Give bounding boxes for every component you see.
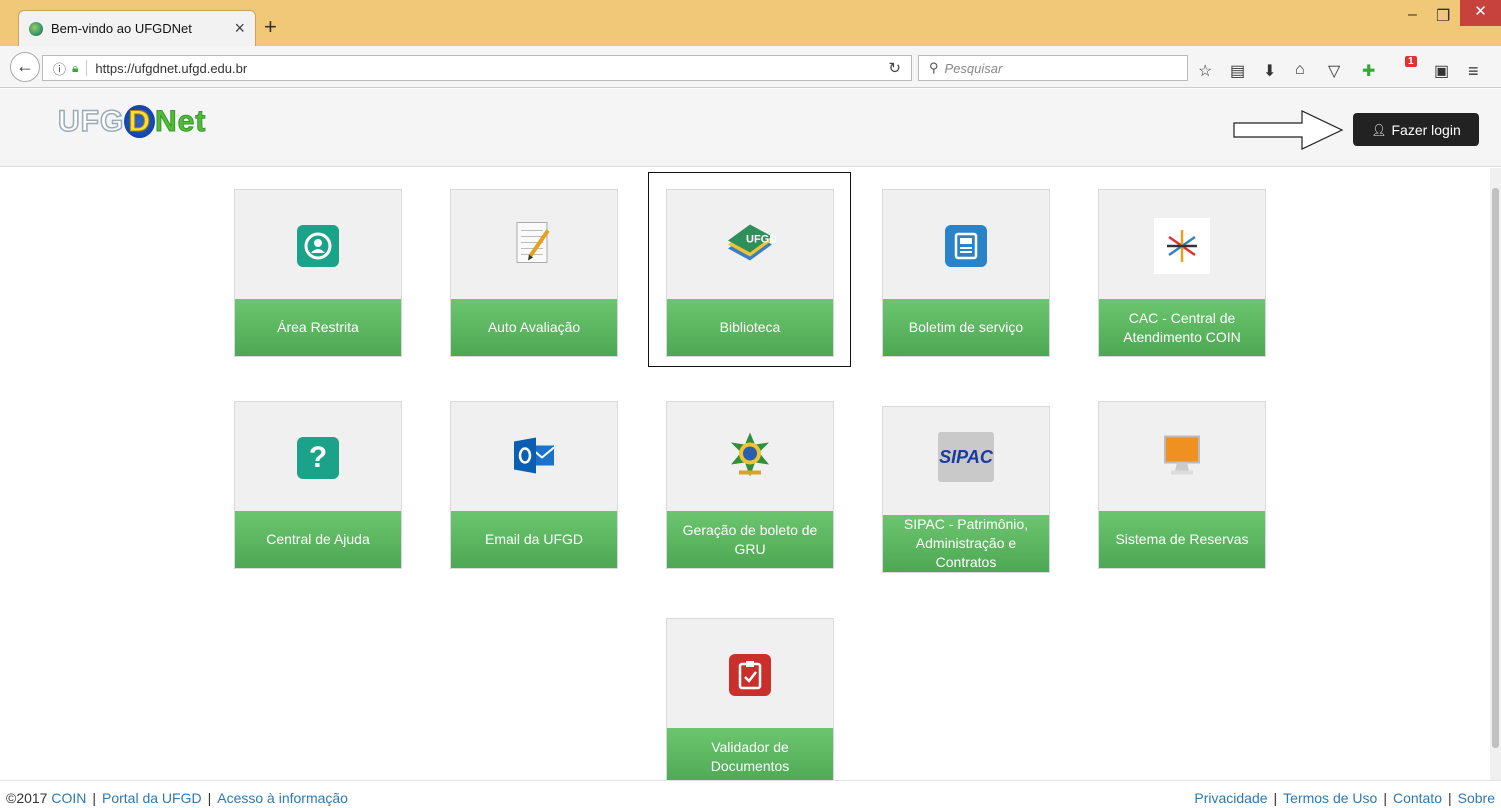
bookmark-star-icon[interactable]: ☆ bbox=[1198, 61, 1212, 81]
tile-area-restrita[interactable]: Área Restrita bbox=[234, 189, 402, 357]
tile-label: Sistema de Reservas bbox=[1099, 511, 1265, 568]
user-icon: 👤︎ bbox=[1371, 122, 1387, 137]
scrollbar[interactable] bbox=[1490, 168, 1501, 780]
footer-link-coin[interactable]: COIN bbox=[51, 790, 86, 806]
clipboard-check-icon bbox=[729, 654, 771, 696]
ufgd-book-text: UFGD bbox=[746, 234, 776, 246]
tile-label: Boletim de serviço bbox=[883, 299, 1049, 356]
footer-separator: | bbox=[1383, 790, 1387, 806]
tile-label: Auto Avaliação bbox=[451, 299, 617, 356]
tile-label: Central de Ajuda bbox=[235, 511, 401, 568]
search-placeholder: Pesquisar bbox=[944, 60, 1003, 76]
tile-label: SIPAC - Patrimônio, Administração e Cont… bbox=[883, 515, 1049, 572]
tile-biblioteca[interactable]: UFGD Biblioteca bbox=[666, 189, 834, 357]
footer-link-portal[interactable]: Portal da UFGD bbox=[102, 790, 202, 806]
site-footer: ©2017 COIN | Portal da UFGD | Acesso à infor… bbox=[0, 780, 1501, 808]
outlook-icon bbox=[512, 436, 556, 481]
coin-logo-icon bbox=[1154, 218, 1210, 274]
reload-icon[interactable]: ↻ bbox=[888, 59, 901, 77]
monitor-icon bbox=[1159, 433, 1205, 484]
books-icon: UFGD bbox=[724, 221, 777, 272]
home-icon[interactable]: ⌂ bbox=[1295, 61, 1305, 79]
download-icon[interactable]: ⬇ bbox=[1263, 61, 1276, 81]
close-tab-icon[interactable]: × bbox=[234, 18, 245, 39]
back-arrow-icon[interactable]: ← bbox=[10, 52, 40, 82]
tile-email-ufgd[interactable]: Email da UFGD bbox=[450, 401, 618, 569]
search-input[interactable]: ⚲ Pesquisar bbox=[918, 55, 1188, 81]
tile-cac[interactable]: CAC - Central de Atendimento COIN bbox=[1098, 189, 1266, 357]
footer-separator: | bbox=[1448, 790, 1452, 806]
reading-list-icon[interactable]: ▤ bbox=[1230, 61, 1245, 81]
tab-title: Bem-vindo ao UFGDNet bbox=[51, 21, 192, 36]
tile-label: Validador de Documentos bbox=[667, 728, 833, 785]
copyright-text: ©2017 bbox=[6, 790, 48, 806]
sipac-logo-icon: SIPAC bbox=[938, 432, 994, 482]
notification-badge: 1 bbox=[1405, 56, 1417, 67]
url-text: https://ufgdnet.ufgd.edu.br bbox=[95, 60, 248, 76]
ufgdnet-logo[interactable]: UFG D Net bbox=[57, 104, 207, 139]
tile-central-ajuda[interactable]: ? Central de Ajuda bbox=[234, 401, 402, 569]
tile-auto-avaliacao[interactable]: Auto Avaliação bbox=[450, 189, 618, 357]
tile-label: Biblioteca bbox=[667, 299, 833, 356]
question-icon: ? bbox=[297, 437, 339, 479]
brasao-icon bbox=[725, 431, 775, 486]
logo-text-d: D bbox=[124, 105, 155, 139]
window-close-icon[interactable]: ✕ bbox=[1460, 0, 1501, 26]
logo-text-ufg: UFG bbox=[57, 104, 125, 139]
site-header: UFG D Net 👤︎ Fazer login bbox=[0, 89, 1501, 167]
tile-validador-documentos[interactable]: Validador de Documentos bbox=[666, 618, 834, 786]
new-tab-icon[interactable]: + bbox=[264, 14, 277, 40]
browser-navbar: ← ⓘ 🔒︎ https://ufgdnet.ufgd.edu.br ↻ ⚲ P… bbox=[0, 46, 1501, 88]
user-circle-icon bbox=[297, 225, 339, 267]
maximize-icon[interactable]: ❐ bbox=[1436, 6, 1450, 26]
tile-sistema-reservas[interactable]: Sistema de Reservas bbox=[1098, 401, 1266, 569]
footer-link-privacidade[interactable]: Privacidade bbox=[1194, 790, 1267, 806]
footer-separator: | bbox=[92, 790, 96, 806]
notepad-pencil-icon bbox=[514, 221, 554, 272]
footer-separator: | bbox=[1273, 790, 1278, 806]
tile-label: Email da UFGD bbox=[451, 511, 617, 568]
tile-boleto-gru[interactable]: Geração de boleto de GRU bbox=[666, 401, 834, 569]
footer-right: Privacidade | Termos de Uso | Contato | Sobre bbox=[1194, 790, 1495, 806]
footer-link-termos[interactable]: Termos de Uso bbox=[1283, 790, 1377, 806]
footer-left: ©2017 COIN | Portal da UFGD | Acesso à infor… bbox=[6, 790, 348, 806]
tile-label: CAC - Central de Atendimento COIN bbox=[1099, 299, 1265, 356]
address-bar[interactable]: ⓘ 🔒︎ https://ufgdnet.ufgd.edu.br ↻ bbox=[42, 55, 912, 81]
logo-text-net: Net bbox=[154, 105, 207, 139]
tile-sipac[interactable]: SIPAC SIPAC - Patrimônio, Administração … bbox=[882, 406, 1050, 573]
extension-icon[interactable]: ✚ bbox=[1362, 61, 1375, 81]
favicon-icon bbox=[29, 21, 43, 36]
scrollbar-thumb[interactable] bbox=[1492, 188, 1499, 748]
tile-label: Geração de boleto de GRU bbox=[667, 511, 833, 568]
login-button[interactable]: 👤︎ Fazer login bbox=[1353, 113, 1479, 146]
divider bbox=[86, 60, 88, 76]
login-label: Fazer login bbox=[1391, 121, 1461, 138]
menu-icon[interactable]: ≡ bbox=[1468, 61, 1479, 82]
browser-tab[interactable]: Bem-vindo ao UFGDNet × bbox=[18, 10, 256, 46]
info-icon[interactable]: ⓘ bbox=[53, 59, 66, 78]
footer-separator: | bbox=[207, 790, 212, 806]
minimize-icon[interactable]: – bbox=[1408, 6, 1417, 24]
sipac-logo-text: SIPAC bbox=[938, 432, 994, 482]
newspaper-icon bbox=[945, 225, 987, 267]
pocket-icon[interactable]: ▽ bbox=[1328, 61, 1340, 81]
footer-link-acesso[interactable]: Acesso à informação bbox=[217, 790, 348, 806]
browser-titlebar: Bem-vindo ao UFGDNet × + – ❐ ✕ bbox=[0, 0, 1501, 46]
lock-icon: 🔒︎ bbox=[72, 60, 79, 75]
footer-link-contato[interactable]: Contato bbox=[1393, 790, 1442, 806]
arrow-right-icon bbox=[1233, 110, 1344, 150]
tile-boletim-servico[interactable]: Boletim de serviço bbox=[882, 189, 1050, 357]
search-icon: ⚲ bbox=[929, 60, 939, 75]
tile-label: Área Restrita bbox=[235, 299, 401, 356]
footer-link-sobre[interactable]: Sobre bbox=[1458, 790, 1495, 806]
lock-extension-icon[interactable]: ▣ bbox=[1434, 61, 1449, 81]
